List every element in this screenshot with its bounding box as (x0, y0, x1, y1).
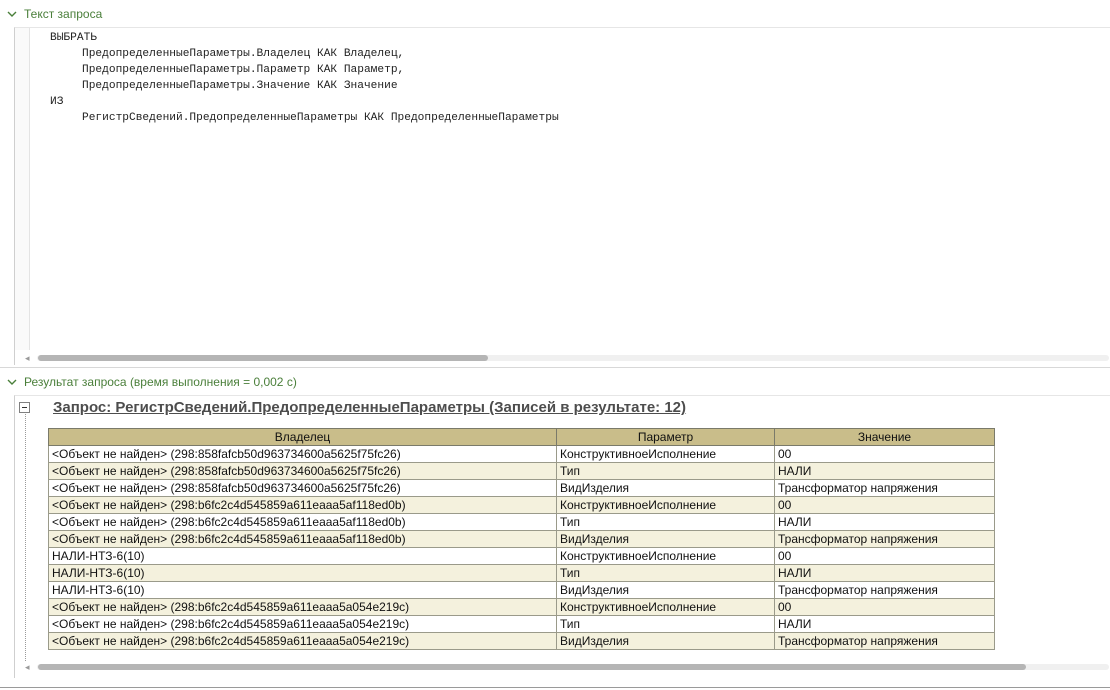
cell-value: 00 (774, 445, 995, 463)
table-row[interactable]: НАЛИ-НТЗ-6(10) ВидИзделия Трансформатор на… (48, 581, 995, 599)
cell-parameter: Тип (556, 564, 775, 582)
cell-parameter: ВидИзделия (556, 632, 775, 650)
cell-value: НАЛИ (774, 462, 995, 480)
query-editor[interactable]: ВЫБРАТЬ ПредопределенныеПараметры.Владеле… (14, 27, 1110, 365)
cell-value: НАЛИ (774, 564, 995, 582)
cell-value: Трансформатор напряжения (774, 530, 995, 548)
cell-owner: <Объект не найден> (298:b6fc2c4d545859a6… (48, 530, 557, 548)
table-row[interactable]: НАЛИ-НТЗ-6(10) Тип НАЛИ (48, 564, 995, 582)
cell-owner: <Объект не найден> (298:858fafcb50d96373… (48, 479, 557, 497)
column-header-parameter[interactable]: Параметр (556, 428, 775, 446)
query-text-section-header[interactable]: Текст запроса (0, 4, 1110, 24)
table-header-row: Владелец Параметр Значение (48, 428, 995, 446)
cell-owner: <Объект не найден> (298:858fafcb50d96373… (48, 462, 557, 480)
chevron-down-icon[interactable] (6, 8, 18, 20)
cell-value: Трансформатор напряжения (774, 632, 995, 650)
cell-value: Трансформатор напряжения (774, 479, 995, 497)
cell-value: НАЛИ (774, 615, 995, 633)
code-line: ПредопределенныеПараметры.Значение КАК З… (82, 80, 398, 92)
scroll-left-arrow-icon[interactable]: ◂ (25, 353, 30, 363)
cell-parameter: Тип (556, 615, 775, 633)
cell-parameter: КонструктивноеИсполнение (556, 445, 775, 463)
result-scroll-thumb[interactable] (38, 664, 1026, 670)
cell-owner: <Объект не найден> (298:b6fc2c4d545859a6… (48, 632, 557, 650)
tree-guide-line (25, 414, 26, 661)
chevron-down-icon[interactable] (6, 376, 18, 388)
cell-owner: <Объект не найден> (298:858fafcb50d96373… (48, 445, 557, 463)
cell-parameter: Тип (556, 462, 775, 480)
cell-value: НАЛИ (774, 513, 995, 531)
code-line: РегистрСведений.ПредопределенныеПараметр… (82, 112, 559, 124)
column-header-value[interactable]: Значение (774, 428, 995, 446)
editor-gutter (15, 28, 30, 350)
cell-owner: НАЛИ-НТЗ-6(10) (48, 564, 557, 582)
cell-owner: <Объект не найден> (298:b6fc2c4d545859a6… (48, 513, 557, 531)
cell-parameter: КонструктивноеИсполнение (556, 547, 775, 565)
table-row[interactable]: <Объект не найден> (298:b6fc2c4d545859a6… (48, 632, 995, 650)
query-text-section-title: Текст запроса (24, 7, 103, 21)
cell-owner: <Объект не найден> (298:b6fc2c4d545859a6… (48, 598, 557, 616)
cell-value: 00 (774, 598, 995, 616)
scroll-left-arrow-icon[interactable]: ◂ (25, 662, 30, 672)
query-result-section-title: Результат запроса (время выполнения = 0,… (24, 375, 297, 389)
cell-owner: <Объект не найден> (298:b6fc2c4d545859a6… (48, 496, 557, 514)
collapse-minus-icon[interactable] (19, 402, 30, 413)
query-result-section-header[interactable]: Результат запроса (время выполнения = 0,… (0, 372, 1110, 392)
table-row[interactable]: <Объект не найден> (298:b6fc2c4d545859a6… (48, 530, 995, 548)
result-table: Владелец Параметр Значение <Объект не на… (48, 428, 995, 650)
cell-parameter: КонструктивноеИсполнение (556, 598, 775, 616)
code-line: ИЗ (50, 96, 64, 108)
cell-value: 00 (774, 496, 995, 514)
table-row[interactable]: <Объект не найден> (298:b6fc2c4d545859a6… (48, 598, 995, 616)
cell-parameter: ВидИзделия (556, 479, 775, 497)
table-row[interactable]: <Объект не найден> (298:b6fc2c4d545859a6… (48, 513, 995, 531)
code-line: ПредопределенныеПараметры.Параметр КАК П… (82, 64, 405, 76)
cell-parameter: КонструктивноеИсполнение (556, 496, 775, 514)
editor-horizontal-scrollbar[interactable]: ◂ (23, 352, 1110, 364)
bottom-border (0, 687, 1110, 688)
table-row[interactable]: НАЛИ-НТЗ-6(10) КонструктивноеИсполнение 00 (48, 547, 995, 565)
cell-parameter: ВидИзделия (556, 530, 775, 548)
editor-scroll-thumb[interactable] (38, 355, 488, 361)
cell-owner: НАЛИ-НТЗ-6(10) (48, 581, 557, 599)
result-query-heading: Запрос: РегистрСведений.Предопределенные… (53, 399, 687, 416)
table-row[interactable]: <Объект не найден> (298:858fafcb50d96373… (48, 462, 995, 480)
result-horizontal-scrollbar[interactable]: ◂ (23, 661, 1110, 673)
section-divider (0, 367, 1110, 368)
cell-parameter: ВидИзделия (556, 581, 775, 599)
cell-parameter: Тип (556, 513, 775, 531)
query-result-panel: Запрос: РегистрСведений.Предопределенные… (14, 395, 1110, 678)
code-line: ВЫБРАТЬ (50, 32, 97, 44)
table-row[interactable]: <Объект не найден> (298:b6fc2c4d545859a6… (48, 615, 995, 633)
table-row[interactable]: <Объект не найден> (298:b6fc2c4d545859a6… (48, 496, 995, 514)
code-line: ПредопределенныеПараметры.Владелец КАК В… (82, 48, 405, 60)
cell-owner: НАЛИ-НТЗ-6(10) (48, 547, 557, 565)
cell-value: Трансформатор напряжения (774, 581, 995, 599)
query-code[interactable]: ВЫБРАТЬ ПредопределенныеПараметры.Владеле… (50, 30, 559, 126)
cell-owner: <Объект не найден> (298:b6fc2c4d545859a6… (48, 615, 557, 633)
table-row[interactable]: <Объект не найден> (298:858fafcb50d96373… (48, 479, 995, 497)
column-header-owner[interactable]: Владелец (48, 428, 557, 446)
table-row[interactable]: <Объект не найден> (298:858fafcb50d96373… (48, 445, 995, 463)
cell-value: 00 (774, 547, 995, 565)
